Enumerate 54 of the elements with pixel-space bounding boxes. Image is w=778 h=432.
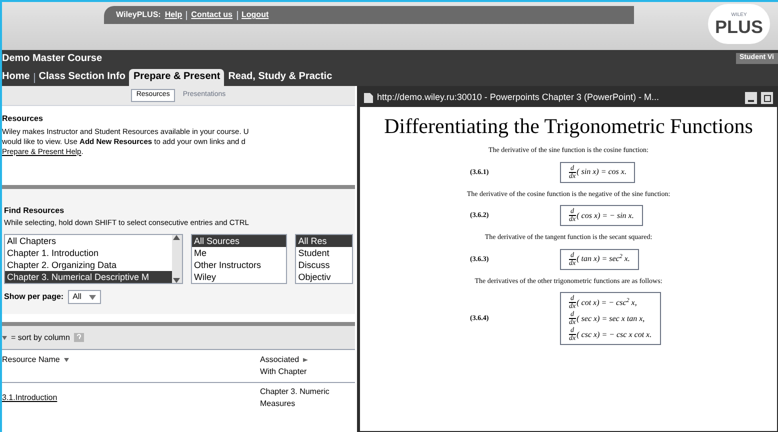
list-option[interactable]: Student [296,247,352,260]
sort-arrow-icon [64,358,69,362]
minimize-button[interactable] [745,92,757,104]
list-option[interactable]: Chapter 2. Organizing Data [5,259,172,272]
maximize-button[interactable] [761,92,773,104]
list-option[interactable]: Discuss [296,259,352,272]
utility-link[interactable]: Contact us [191,9,233,21]
nav-tab[interactable]: Prepare & Present [129,69,224,86]
scroll-up-icon[interactable] [173,235,180,240]
utility-link[interactable]: Help [164,9,182,21]
equation-expression: ( sin x) = cos x. [576,166,626,178]
list-box[interactable]: All Chapters Chapter 1. Introduction Chapter 2. Organizing Data Chapter 3. Numerical Descriptive M [4,234,183,284]
equation-expression: ( cos x) = − sin x. [576,210,634,222]
scrollbar[interactable] [172,235,182,284]
list-option[interactable]: All Chapters [5,235,172,248]
list-option[interactable]: Other Instructors [192,259,286,272]
list-option[interactable]: All Res [296,235,352,248]
resource-link[interactable]: 3.1.Introduction [2,392,58,404]
equation-expression: ( sec x) = sec x tan x, [576,312,645,324]
equation-expression: ( tan x) = sec$^{2}$ x. [576,253,630,265]
per-page-select[interactable]: All [68,290,102,304]
maximize-icon [764,94,770,102]
list-box[interactable]: All Sources Me Other Instructors Wiley [190,234,288,284]
list-option[interactable]: Objectiv [296,271,352,284]
popup-title: http://demo.wiley.ru:30010 - Powerpoints Chapter 3 (PowerPoint) - M... [377,91,660,104]
equation-expression: ( csc x) = − csc x cot x. [576,328,652,340]
equation-expression: ( cot x) = − csc$^{2}$ x, [576,296,637,308]
list-box[interactable]: All Res Student Discuss Objectiv [295,234,353,284]
minimize-icon [748,100,754,102]
list-option[interactable]: All Sources [192,235,286,248]
sort-arrow-icon [303,358,308,362]
scroll-down-icon[interactable] [173,278,180,284]
list-option[interactable]: Me [192,247,286,260]
nav-tab[interactable]: Read, Study & Practic [228,69,332,86]
list-option[interactable]: Chapter 1. Introduction [5,247,172,260]
table-cell-text: Chapter 3. Numeric Measures [260,386,330,410]
section-heading: Resources [2,114,44,124]
logo-text: PLUS [714,18,763,36]
sort-hint: = sort by column [11,332,70,344]
list-option[interactable]: Chapter 3. Numerical Descriptive M [5,271,172,284]
section-heading: Find Resources [4,205,66,217]
nav-tab[interactable]: Class Section Info [38,69,126,86]
column-header[interactable]: Associated With Chapter [260,354,355,378]
nav-tab[interactable]: Home [2,69,30,86]
utility-label: WileyPLUS: [116,9,161,21]
caret-icon [89,294,96,300]
column-header[interactable]: Resource Name [2,354,260,378]
list-option[interactable]: Wiley [192,271,286,284]
slide-title: Differentiating the Trigonometric Functions [383,113,754,139]
field-label: Show per page: [4,291,64,304]
utility-link[interactable]: Logout [242,9,269,21]
sort-arrow-icon [2,336,7,340]
course-title: Demo Master Course [2,52,102,66]
page-icon [364,93,373,103]
